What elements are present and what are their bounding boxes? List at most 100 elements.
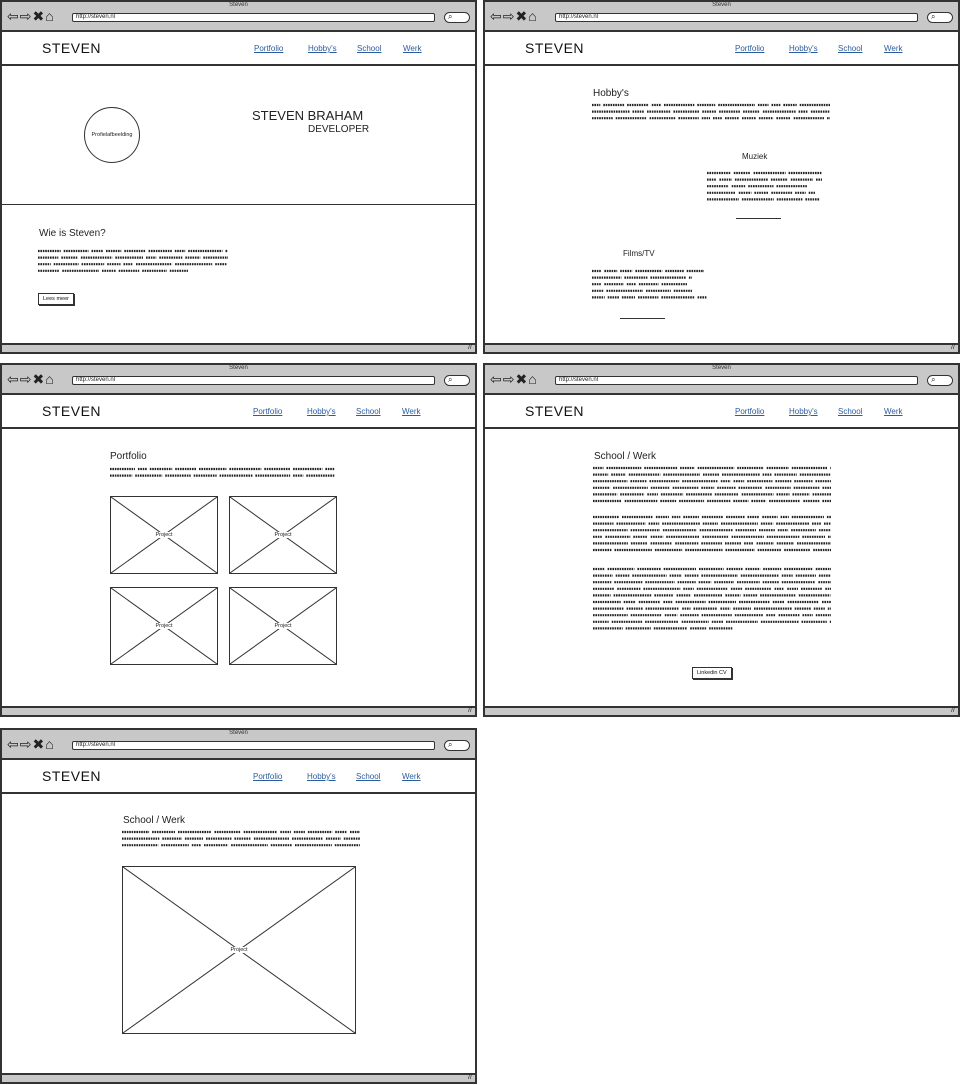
resize-grip[interactable]: // — [468, 1073, 472, 1082]
site-header: STEVEN Portfolio Hobby's School Werk — [485, 32, 958, 66]
nav-portfolio[interactable]: Portfolio — [735, 44, 764, 53]
nav-portfolio[interactable]: Portfolio — [735, 407, 764, 416]
site-header: STEVEN Portfolio Hobby's School Werk — [2, 32, 475, 66]
window-title: Steven — [229, 2, 248, 8]
window-title: Steven — [712, 2, 731, 8]
browser-window-work: Steven ⇦⇨✖⌂ http://steven.nl ⌕ STEVEN Po… — [0, 728, 477, 1084]
browser-titlebar: Steven ⇦⇨✖⌂ http://steven.nl ⌕ — [2, 2, 475, 32]
school-text-placeholder — [593, 466, 831, 503]
browser-titlebar: Steven ⇦⇨✖⌂ http://steven.nl ⌕ — [2, 730, 475, 760]
nav-school[interactable]: School — [356, 772, 380, 781]
site-logo[interactable]: STEVEN — [525, 403, 584, 419]
search-icon: ⌕ — [448, 740, 453, 749]
site-logo[interactable]: STEVEN — [525, 40, 584, 56]
nav-school[interactable]: School — [838, 407, 862, 416]
work-heading: School / Werk — [123, 815, 186, 826]
nav-hobbies[interactable]: Hobby's — [789, 44, 818, 53]
films-underline — [620, 318, 665, 319]
browser-statusbar: // — [2, 343, 475, 352]
browser-statusbar: // — [2, 1073, 475, 1082]
project-thumbnail[interactable]: Project — [110, 587, 218, 665]
project-label: Project — [153, 532, 175, 538]
nav-werk[interactable]: Werk — [403, 44, 422, 53]
nav-hobbies[interactable]: Hobby's — [789, 407, 818, 416]
site-logo[interactable]: STEVEN — [42, 40, 101, 56]
nav-school[interactable]: School — [357, 44, 381, 53]
browser-window-home: Steven ⇦⇨✖⌂ http://steven.nl ⌕ STEVEN Po… — [0, 0, 477, 354]
nav-hobbies[interactable]: Hobby's — [308, 44, 337, 53]
browser-titlebar: Steven ⇦⇨✖⌂ http://steven.nl ⌕ — [2, 365, 475, 395]
project-thumbnail[interactable]: Project — [110, 496, 218, 574]
url-text: http://steven.nl — [76, 14, 116, 20]
resize-grip[interactable]: // — [468, 343, 472, 352]
search-button[interactable]: ⌕ — [444, 12, 470, 23]
url-text: http://steven.nl — [559, 14, 599, 20]
browser-titlebar: Steven ⇦⇨✖⌂ http://steven.nl ⌕ — [485, 2, 958, 32]
browser-nav-icons[interactable]: ⇦⇨✖⌂ — [490, 8, 538, 24]
nav-portfolio[interactable]: Portfolio — [253, 407, 282, 416]
address-bar[interactable]: http://steven.nl — [72, 376, 435, 385]
url-text: http://steven.nl — [76, 377, 116, 383]
portfolio-heading: Portfolio — [110, 451, 147, 462]
nav-portfolio[interactable]: Portfolio — [254, 44, 283, 53]
search-button[interactable]: ⌕ — [444, 740, 470, 751]
nav-werk[interactable]: Werk — [884, 44, 903, 53]
resize-grip[interactable]: // — [951, 343, 955, 352]
hobbies-text-placeholder — [592, 103, 830, 120]
window-title: Steven — [229, 730, 248, 736]
project-image[interactable]: Project — [122, 866, 356, 1034]
nav-hobbies[interactable]: Hobby's — [307, 772, 336, 781]
address-bar[interactable]: http://steven.nl — [555, 13, 918, 22]
search-icon: ⌕ — [448, 375, 453, 384]
search-button[interactable]: ⌕ — [927, 12, 953, 23]
search-icon: ⌕ — [931, 375, 936, 384]
resize-grip[interactable]: // — [951, 706, 955, 715]
about-text-placeholder — [38, 249, 228, 272]
site-logo[interactable]: STEVEN — [42, 403, 101, 419]
films-text-placeholder — [592, 269, 707, 299]
nav-portfolio[interactable]: Portfolio — [253, 772, 282, 781]
project-label: Project — [272, 532, 294, 538]
section-divider — [2, 204, 475, 205]
project-thumbnail[interactable]: Project — [229, 587, 337, 665]
url-text: http://steven.nl — [76, 742, 116, 748]
nav-werk[interactable]: Werk — [402, 407, 421, 416]
hobbies-heading: Hobby's — [593, 88, 629, 99]
browser-statusbar: // — [2, 706, 475, 715]
site-logo[interactable]: STEVEN — [42, 768, 101, 784]
read-more-button[interactable]: Lees meer — [38, 293, 74, 305]
address-bar[interactable]: http://steven.nl — [555, 376, 918, 385]
resize-grip[interactable]: // — [468, 706, 472, 715]
profile-image-label: Profielafbeelding — [91, 132, 133, 138]
address-bar[interactable]: http://steven.nl — [72, 13, 435, 22]
browser-window-school: Steven ⇦⇨✖⌂ http://steven.nl ⌕ STEVEN Po… — [483, 363, 960, 717]
nav-werk[interactable]: Werk — [884, 407, 903, 416]
browser-statusbar: // — [485, 706, 958, 715]
about-heading: Wie is Steven? — [39, 228, 106, 239]
work-text-placeholder — [122, 830, 360, 847]
project-thumbnail[interactable]: Project — [229, 496, 337, 574]
project-label: Project — [153, 623, 175, 629]
search-button[interactable]: ⌕ — [927, 375, 953, 386]
profile-image: Profielafbeelding — [84, 107, 140, 163]
browser-nav-icons[interactable]: ⇦⇨✖⌂ — [7, 736, 55, 752]
films-heading: Films/TV — [623, 249, 655, 258]
window-title: Steven — [712, 365, 731, 371]
nav-school[interactable]: School — [356, 407, 380, 416]
school-text-placeholder — [593, 515, 831, 552]
search-icon: ⌕ — [448, 12, 453, 21]
music-underline — [736, 218, 781, 219]
nav-school[interactable]: School — [838, 44, 862, 53]
hero-role: DEVELOPER — [308, 124, 370, 135]
address-bar[interactable]: http://steven.nl — [72, 741, 435, 750]
linkedin-cv-button[interactable]: Linkedin CV — [692, 667, 732, 679]
browser-nav-icons[interactable]: ⇦⇨✖⌂ — [490, 371, 538, 387]
search-button[interactable]: ⌕ — [444, 375, 470, 386]
site-header: STEVEN Portfolio Hobby's School Werk — [485, 395, 958, 429]
browser-nav-icons[interactable]: ⇦⇨✖⌂ — [7, 8, 55, 24]
music-text-placeholder — [707, 171, 822, 201]
url-text: http://steven.nl — [559, 377, 599, 383]
nav-hobbies[interactable]: Hobby's — [307, 407, 336, 416]
browser-nav-icons[interactable]: ⇦⇨✖⌂ — [7, 371, 55, 387]
nav-werk[interactable]: Werk — [402, 772, 421, 781]
